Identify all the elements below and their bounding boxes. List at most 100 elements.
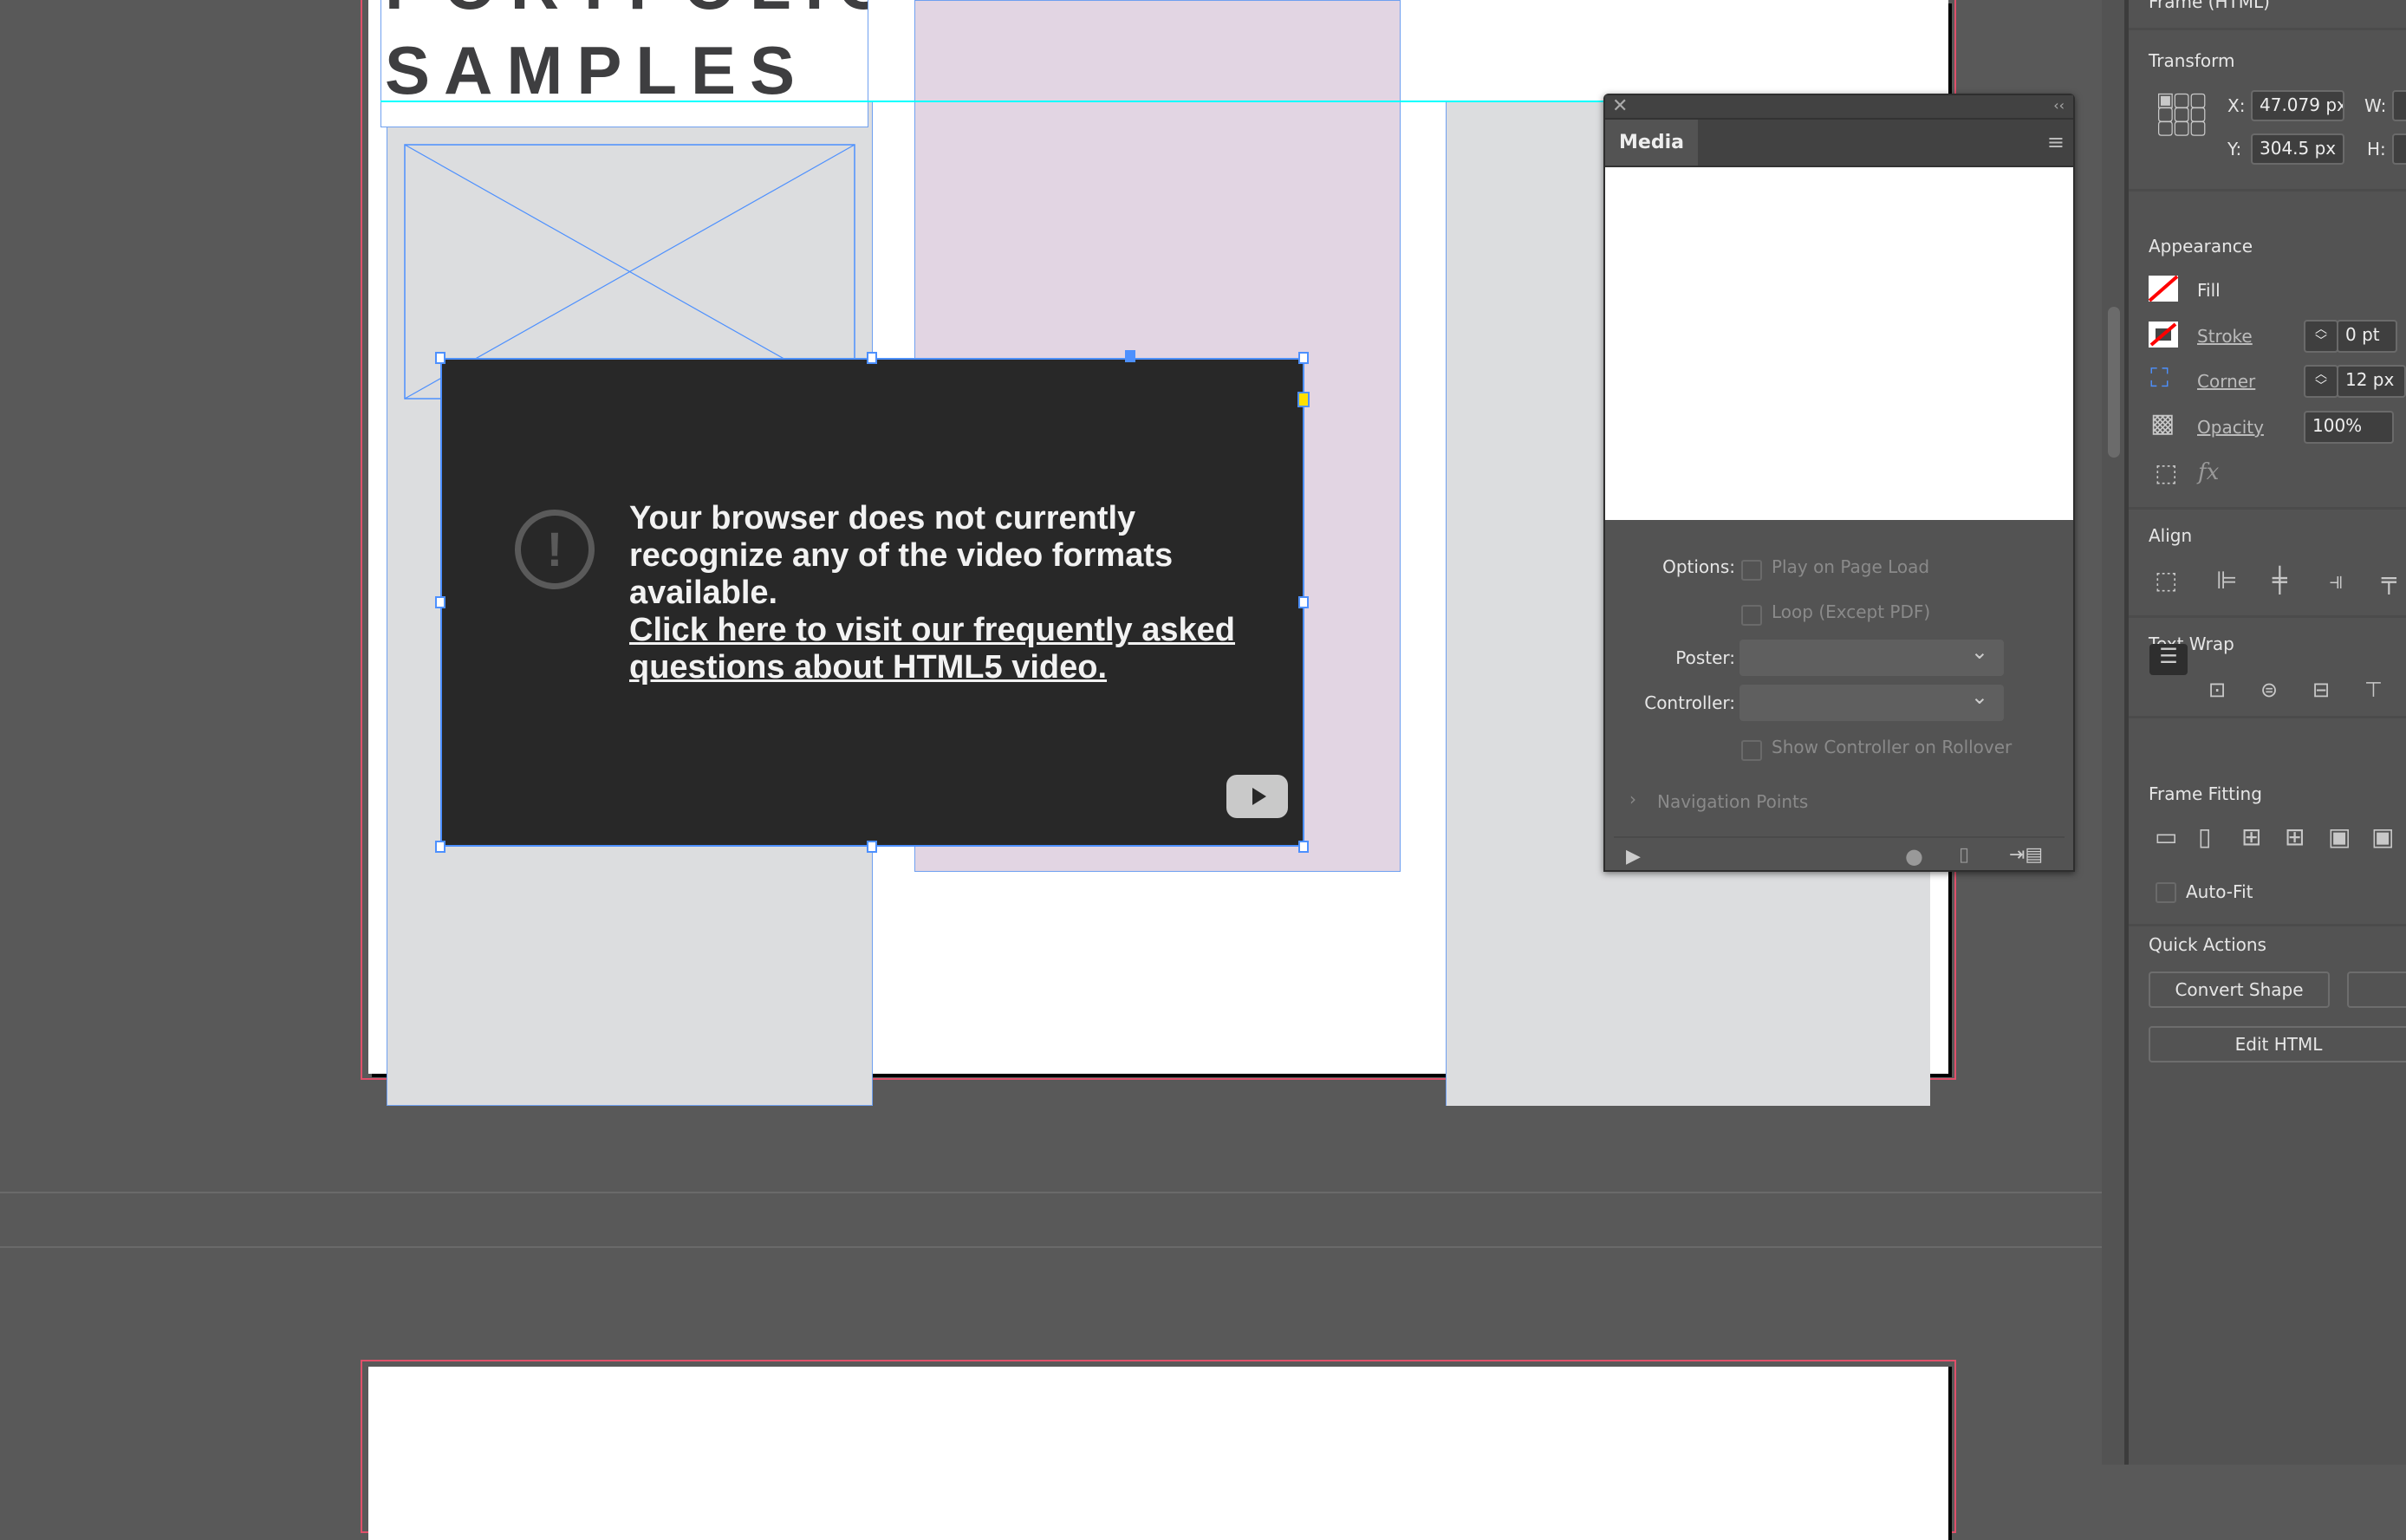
opacity-label[interactable]: Opacity [2197, 417, 2264, 438]
corner-icon[interactable]: ⛶ [2150, 366, 2169, 392]
opacity-checker-icon[interactable]: ▩ [2150, 411, 2175, 437]
canvas-scrollbar[interactable] [2102, 0, 2129, 1465]
align-title: Align [2149, 525, 2193, 546]
resize-handle[interactable] [435, 596, 445, 608]
edit-html-button[interactable]: Edit HTML [2149, 1026, 2406, 1062]
appearance-title: Appearance [2149, 236, 2253, 257]
resize-handle[interactable] [1298, 841, 1309, 853]
h-label: H: [2367, 139, 2386, 159]
align-left-icon[interactable]: ⊫ [2216, 569, 2237, 593]
y-field[interactable]: 304.5 px [2251, 133, 2344, 165]
quick-action-button[interactable] [2347, 971, 2406, 1008]
fit-content-to-frame-icon[interactable]: ⊞ [2285, 825, 2305, 849]
fit-content-proportionally-icon[interactable]: ▯ [2198, 825, 2211, 849]
panel-titlebar[interactable]: ✕ ‹‹ [1605, 95, 2073, 120]
fit-frame-to-content-icon[interactable]: ⊞ [2241, 825, 2261, 849]
heading-line-2: SAMPLES [385, 32, 810, 108]
fill-swatch-icon[interactable] [2149, 276, 2178, 302]
auto-fit-checkbox[interactable] [2156, 882, 2176, 903]
divider [2129, 507, 2406, 510]
live-corner-handle[interactable] [1297, 392, 1310, 407]
close-icon[interactable]: ✕ [1612, 95, 1628, 117]
guide-line [380, 101, 1603, 102]
resize-handle[interactable] [435, 352, 445, 364]
effects-frame-icon[interactable]: ⬚ [2155, 461, 2177, 485]
heading-line-1: PORTFOLIO [385, 0, 868, 25]
resize-handle[interactable] [867, 841, 877, 853]
resize-handle[interactable] [867, 352, 877, 364]
x-field[interactable]: 47.079 px [2251, 90, 2344, 121]
options-label: Options: [1662, 556, 1735, 577]
resize-handle[interactable] [1298, 596, 1309, 608]
play-on-load-checkbox[interactable] [1741, 560, 1762, 581]
stroke-swatch-icon[interactable] [2149, 322, 2178, 348]
convert-shape-button[interactable]: Convert Shape [2149, 971, 2330, 1008]
tab-media[interactable]: Media [1605, 120, 1698, 166]
w-field[interactable] [2392, 90, 2406, 121]
resize-handle[interactable] [1298, 352, 1309, 364]
youtube-play-button[interactable] [1226, 775, 1288, 818]
collapse-icon[interactable]: ‹‹ [2053, 97, 2065, 114]
loop-label: Loop (Except PDF) [1772, 601, 1931, 622]
h-field[interactable] [2392, 133, 2406, 165]
navigation-points-toggle[interactable]: Navigation Points [1657, 791, 1808, 812]
show-controller-label: Show Controller on Rollover [1772, 737, 2013, 757]
divider [2129, 924, 2406, 926]
align-right-icon[interactable]: ⫣ [2329, 569, 2344, 593]
corner-label[interactable]: Corner [2197, 371, 2255, 392]
no-wrap-button[interactable]: ☰ [2149, 644, 2188, 675]
fill-label: Fill [2197, 280, 2221, 301]
divider [2129, 189, 2406, 192]
controller-label: Controller: [1644, 692, 1735, 713]
divider [2129, 716, 2406, 718]
stroke-weight-field[interactable]: 0 pt [2337, 320, 2397, 353]
media-preview [1605, 167, 2073, 520]
globe-icon[interactable]: ● [1905, 844, 1923, 868]
corner-stepper[interactable]: ︿ ﹀ [2304, 365, 2338, 398]
divider [2129, 28, 2406, 30]
panel-menu-icon[interactable]: ≡ [2047, 130, 2065, 154]
content-aware-fit-icon[interactable]: ▣ [2371, 825, 2394, 849]
align-center-icon[interactable]: ╪ [2273, 569, 2287, 593]
fx-icon[interactable]: fx [2198, 459, 2219, 485]
loop-checkbox[interactable] [1741, 605, 1762, 626]
transform-title: Transform [2149, 50, 2235, 71]
heading-text-frame[interactable]: PORTFOLIO SAMPLES [380, 0, 868, 127]
properties-header: Frame (HTML) [2149, 0, 2270, 12]
preview-icon[interactable]: ▶ [1626, 846, 1641, 867]
page-2[interactable] [368, 1367, 1948, 1540]
play-on-load-label: Play on Page Load [1772, 556, 1930, 577]
faq-link[interactable]: Click here to visit our frequently asked… [629, 612, 1235, 686]
w-label: W: [2364, 95, 2387, 116]
panel-tabbar: Media ≡ [1605, 120, 2073, 167]
center-content-icon[interactable]: ▣ [2328, 825, 2351, 849]
scroll-thumb[interactable] [2108, 307, 2120, 458]
align-top-icon[interactable]: ╤ [2382, 569, 2396, 593]
poster-select[interactable] [1739, 640, 2004, 676]
align-to-selection-icon[interactable]: ⬚ [2155, 569, 2177, 593]
fill-frame-proportionally-icon[interactable]: ▭ [2155, 825, 2177, 849]
controller-select[interactable] [1739, 685, 2004, 721]
html5-video-frame[interactable]: ! Your browser does not currently recogn… [440, 358, 1304, 847]
x-label: X: [2227, 95, 2246, 116]
divider [2129, 615, 2406, 618]
content-grabber-handle[interactable] [1125, 350, 1135, 362]
y-label: Y: [2227, 139, 2242, 159]
auto-fit-label: Auto-Fit [2186, 881, 2253, 902]
chevron-right-icon[interactable]: › [1629, 789, 1636, 809]
reference-point-icon[interactable]: ▣▢▢ ▢▢▢ ▢▢▢ [2156, 91, 2207, 138]
wrap-object-shape-icon[interactable]: ⊜ [2260, 679, 2278, 700]
pasteboard-divider [0, 1192, 2102, 1193]
place-video-icon[interactable]: ⇥▤ [2009, 844, 2043, 866]
stroke-stepper[interactable]: ︿ ﹀ [2304, 320, 2338, 353]
jump-object-icon[interactable]: ⊟ [2312, 679, 2330, 700]
opacity-field[interactable]: 100% [2304, 411, 2394, 444]
resize-handle[interactable] [435, 841, 445, 853]
stroke-label[interactable]: Stroke [2197, 326, 2253, 347]
jump-to-next-column-icon[interactable]: ⊤ [2364, 679, 2383, 700]
wrap-bounding-box-icon[interactable]: ⊡ [2208, 679, 2226, 700]
show-controller-checkbox[interactable] [1741, 740, 1762, 761]
corner-radius-field[interactable]: 12 px [2337, 365, 2406, 398]
play-icon [1252, 788, 1266, 805]
pdf-icon[interactable]: ▯ [1959, 844, 1969, 866]
